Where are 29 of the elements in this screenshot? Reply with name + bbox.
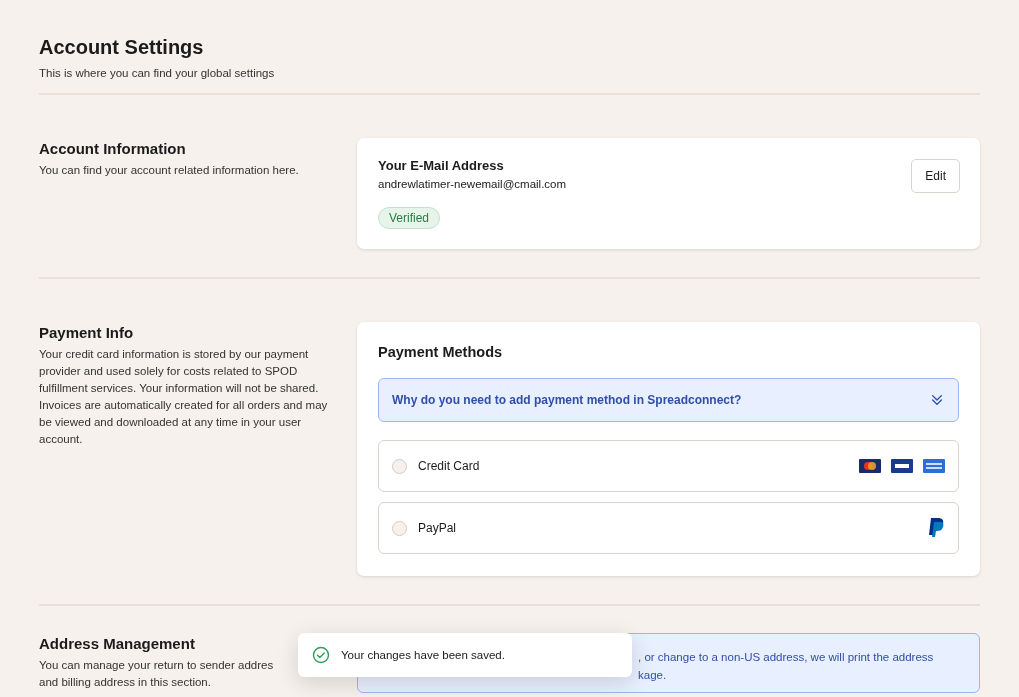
visa-card-icon bbox=[891, 459, 913, 473]
card-title: Payment Methods bbox=[378, 344, 504, 360]
paypal-icon bbox=[927, 517, 945, 539]
toast-message: Your changes have been saved. bbox=[341, 649, 505, 661]
verified-badge: Verified bbox=[378, 207, 441, 229]
section-description: You can find your account related information here. bbox=[39, 163, 300, 178]
option-label: Credit Card bbox=[418, 459, 481, 473]
amex-card-icon bbox=[923, 459, 945, 473]
notice-text: , or change to a non-US address, we will print the address bbox=[638, 650, 934, 665]
payment-option[interactable]: Credit Card bbox=[378, 440, 959, 492]
radio-button[interactable] bbox=[392, 458, 407, 474]
page-subtitle: This is where you can find your global settings bbox=[39, 67, 276, 79]
page-title: Account Settings bbox=[39, 36, 205, 59]
edit-button[interactable]: Edit bbox=[911, 159, 960, 193]
section-description: Your credit card information is stored by our payment provider and used solely for costs related to SPOD fulfillment services. Your information will not be shared. Invoices are automatically created for all orders and may be viewed and downloaded at any time in your user account. bbox=[39, 347, 329, 447]
section-description: You can manage your return to sender addres and billing address in this section. bbox=[39, 658, 274, 690]
faq-accordion[interactable]: Why do you need to add payment method in Spreadconnect? bbox=[378, 378, 959, 422]
payment-option[interactable]: PayPal bbox=[378, 502, 959, 554]
double-chevron-icon bbox=[930, 393, 944, 407]
mastercard-icon bbox=[859, 459, 881, 473]
card-title: Your E-Mail Address bbox=[378, 158, 505, 173]
radio-button[interactable] bbox=[392, 520, 407, 536]
notice-text: kage. bbox=[638, 668, 667, 683]
email-address: andrewlatimer-newemail@cmail.com bbox=[378, 178, 567, 190]
section-title: Payment Info bbox=[39, 324, 134, 341]
option-label: PayPal bbox=[418, 521, 458, 535]
section-title: Address Management bbox=[39, 635, 195, 652]
check-circle-icon bbox=[312, 646, 330, 664]
section-title: Account Information bbox=[39, 140, 186, 157]
